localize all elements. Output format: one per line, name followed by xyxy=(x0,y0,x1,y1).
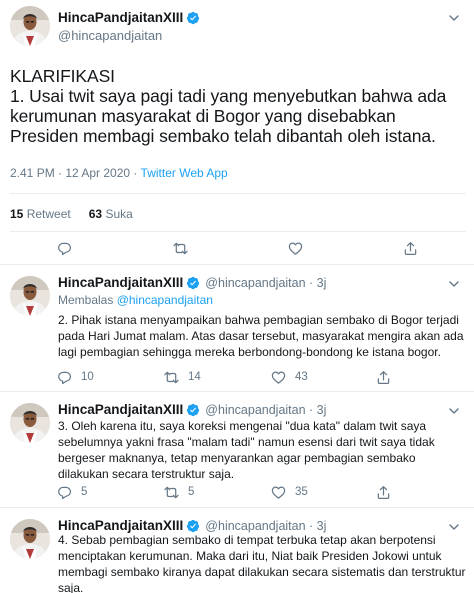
retweet-button[interactable]: 14 xyxy=(164,369,201,385)
tweet-actions xyxy=(0,240,474,262)
tweet-actions: 5 5 35 xyxy=(0,484,474,500)
retweet-label: Retweet xyxy=(26,207,71,221)
author-display-name[interactable]: HincaPandjaitanXIII xyxy=(58,275,183,290)
tweet-time-date[interactable]: 2.41 PM · 12 Apr 2020 · xyxy=(10,166,141,180)
reply-button[interactable]: 5 xyxy=(57,484,87,500)
like-stat[interactable]: 63 Suka xyxy=(89,207,133,221)
like-icon xyxy=(288,241,303,256)
tweet-timestamp: 2.41 PM · 12 Apr 2020 · Twitter Web App xyxy=(10,166,228,180)
share-icon xyxy=(376,485,391,500)
tweet-stats: 15 Retweet 63 Suka xyxy=(10,207,133,221)
reply-tweet[interactable]: HincaPandjaitanXIII @hincapandjaitan · 3… xyxy=(0,266,474,392)
like-label: Suka xyxy=(105,207,133,221)
avatar-image xyxy=(10,276,50,316)
avatar[interactable] xyxy=(10,519,50,559)
reply-tweet[interactable]: HincaPandjaitanXIII @hincapandjaitan · 3… xyxy=(0,393,474,508)
author-row: HincaPandjaitanXIII xyxy=(58,10,200,25)
author-handle[interactable]: @hincapandjaitan xyxy=(58,28,162,43)
avatar[interactable] xyxy=(10,276,50,316)
author-row: HincaPandjaitanXIII @hincapandjaitan · 3… xyxy=(58,402,326,417)
author-display-name[interactable]: HincaPandjaitanXIII xyxy=(58,402,183,417)
reply-icon xyxy=(57,370,72,385)
reply-icon xyxy=(57,241,72,256)
divider xyxy=(10,231,466,232)
share-button[interactable] xyxy=(376,369,391,385)
author-row: HincaPandjaitanXIII @hincapandjaitan · 3… xyxy=(58,275,326,290)
main-tweet: HincaPandjaitanXIII @hincapandjaitan KLA… xyxy=(0,0,474,265)
divider xyxy=(10,193,466,194)
author-row: HincaPandjaitanXIII @hincapandjaitan · 3… xyxy=(58,518,326,533)
reply-tweet[interactable]: HincaPandjaitanXIII @hincapandjaitan · 3… xyxy=(0,509,474,593)
reply-button[interactable] xyxy=(57,240,72,256)
avatar[interactable] xyxy=(10,403,50,443)
author-handle[interactable]: @hincapandjaitan · 3j xyxy=(205,276,326,290)
author-handle[interactable]: @hincapandjaitan · 3j xyxy=(205,403,326,417)
tweet-text: 2. Pihak istana menyampaikan bahwa pemba… xyxy=(58,313,464,359)
retweet-icon xyxy=(164,370,179,385)
replying-mention[interactable]: @hincapandjaitan xyxy=(117,293,213,307)
chevron-down-icon[interactable] xyxy=(448,278,460,290)
chevron-down-icon[interactable] xyxy=(448,12,460,24)
tweet-text: 4. Sebab pembagian sembako di tempat ter… xyxy=(58,533,466,593)
retweet-button[interactable]: 5 xyxy=(164,484,194,500)
chevron-down-icon[interactable] xyxy=(448,405,460,417)
author-display-name[interactable]: HincaPandjaitanXIII xyxy=(58,518,183,533)
retweet-icon xyxy=(173,241,188,256)
avatar[interactable] xyxy=(10,6,50,46)
like-button[interactable]: 43 xyxy=(271,369,308,385)
like-button[interactable] xyxy=(288,240,303,256)
verified-badge-icon xyxy=(186,519,200,533)
author-handle[interactable]: @hincapandjaitan · 3j xyxy=(205,519,326,533)
reply-count: 10 xyxy=(81,371,94,383)
like-icon xyxy=(271,485,286,500)
share-button[interactable] xyxy=(376,484,391,500)
tweet-text: KLARIFIKASI 1. Usai twit saya pagi tadi … xyxy=(10,66,447,146)
retweet-count: 5 xyxy=(188,486,195,498)
retweet-icon xyxy=(164,485,179,500)
retweet-stat[interactable]: 15 Retweet xyxy=(10,207,71,221)
like-button[interactable]: 35 xyxy=(271,484,308,500)
verified-badge-icon xyxy=(186,276,200,290)
tweet-text: 3. Oleh karena itu, saya koreksi mengena… xyxy=(58,419,435,481)
tweet-source-link[interactable]: Twitter Web App xyxy=(141,166,228,180)
replying-prefix: Membalas xyxy=(58,293,117,307)
retweet-button[interactable] xyxy=(173,240,188,256)
like-count: 63 xyxy=(88,207,103,221)
author-display-name[interactable]: HincaPandjaitanXIII xyxy=(58,10,183,25)
avatar-image xyxy=(10,519,50,559)
share-button[interactable] xyxy=(403,240,418,256)
retweet-count: 14 xyxy=(188,371,201,383)
tweet-actions: 10 14 43 xyxy=(0,369,474,385)
reply-icon xyxy=(57,485,72,500)
share-icon xyxy=(376,370,391,385)
like-count: 35 xyxy=(295,486,308,498)
verified-badge-icon xyxy=(186,403,200,417)
replying-to: Membalas @hincapandjaitan xyxy=(58,293,213,307)
share-icon xyxy=(403,241,418,256)
reply-count: 5 xyxy=(81,486,88,498)
verified-badge-icon xyxy=(186,11,200,25)
avatar-image xyxy=(10,6,50,46)
like-count: 43 xyxy=(295,371,308,383)
avatar-image xyxy=(10,403,50,443)
retweet-count: 15 xyxy=(10,207,24,221)
like-icon xyxy=(271,370,286,385)
reply-button[interactable]: 10 xyxy=(57,369,94,385)
